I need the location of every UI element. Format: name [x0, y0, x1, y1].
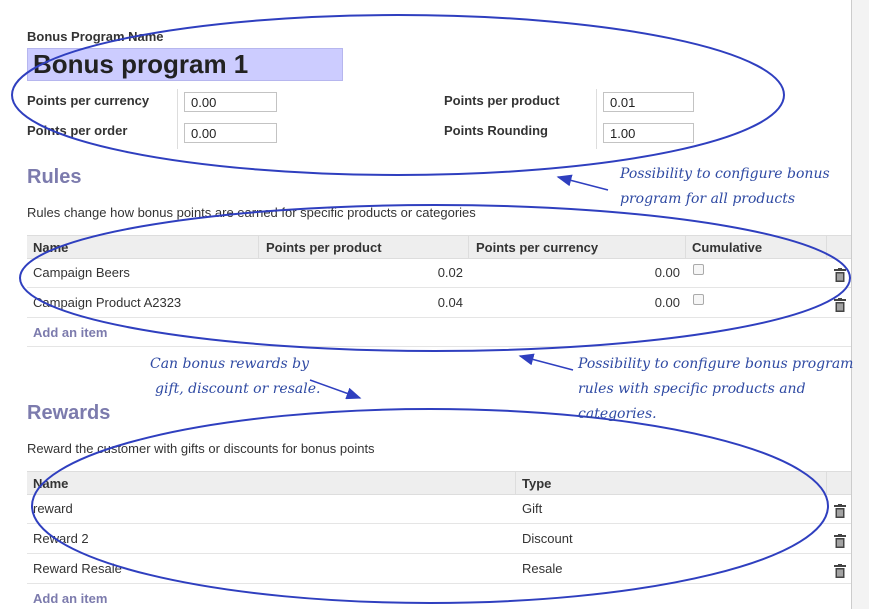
reward-name: Reward Resale: [33, 561, 122, 576]
reward-type: Discount: [522, 531, 573, 546]
annotation-text: rules with specific products and categor…: [578, 381, 806, 422]
points-rounding-label: Points Rounding: [444, 123, 548, 138]
reward-name: Reward 2: [33, 531, 89, 546]
trash-icon[interactable]: [834, 564, 846, 578]
points-rounding-input[interactable]: 1.00: [603, 123, 694, 143]
points-per-product-label: Points per product: [444, 93, 560, 108]
rule-points-per-currency: 0.00: [654, 295, 680, 310]
points-per-currency-input[interactable]: 0.00: [184, 92, 277, 112]
reward-name: reward: [33, 501, 73, 516]
annotation-note-rewards: Can bonus rewards by gift, discount or r…: [150, 352, 320, 402]
field-divider: [177, 89, 178, 149]
points-per-product-input[interactable]: 0.01: [603, 92, 694, 112]
rules-add-item-link[interactable]: Add an item: [33, 325, 107, 340]
rule-points-per-product: 0.02: [437, 265, 463, 280]
annotation-text: program for all products: [620, 191, 796, 207]
rules-col-name[interactable]: Name: [33, 240, 68, 255]
points-per-currency-label: Points per currency: [27, 93, 150, 108]
annotation-text: Can bonus rewards by: [150, 356, 310, 372]
annotation-text: gift, discount or resale.: [155, 381, 321, 397]
scrollbar[interactable]: [852, 0, 869, 609]
rules-col-points-per-currency[interactable]: Points per currency: [476, 240, 598, 255]
rule-cumulative-checkbox[interactable]: [693, 294, 704, 305]
col-divider: [685, 236, 686, 258]
program-name-label: Bonus Program Name: [27, 29, 164, 44]
program-name-input[interactable]: Bonus program 1: [27, 48, 343, 81]
points-per-order-input[interactable]: 0.00: [184, 123, 277, 143]
annotation-note-program: Possibility to configure bonus program f…: [620, 162, 830, 212]
rule-name: Campaign Product A2323: [33, 295, 182, 310]
table-row[interactable]: reward Gift: [27, 494, 851, 524]
rewards-add-item-link[interactable]: Add an item: [33, 591, 107, 606]
annotation-text: Possibility to configure bonus: [620, 166, 830, 182]
col-divider: [515, 472, 516, 494]
form-sheet: Bonus Program Name Bonus program 1 Point…: [0, 0, 852, 609]
col-divider: [468, 236, 469, 258]
reward-type: Gift: [522, 501, 543, 516]
rewards-heading: Rewards: [27, 402, 111, 424]
col-divider: [258, 236, 259, 258]
rule-points-per-product: 0.04: [437, 295, 463, 310]
trash-icon[interactable]: [834, 504, 846, 518]
trash-icon[interactable]: [834, 268, 846, 282]
divider: [27, 346, 851, 347]
table-row[interactable]: Campaign Beers 0.02 0.00: [27, 258, 851, 288]
table-row[interactable]: Reward Resale Resale: [27, 554, 851, 584]
rewards-col-type[interactable]: Type: [522, 476, 551, 491]
table-row[interactable]: Campaign Product A2323 0.04 0.00: [27, 288, 851, 318]
rules-description: Rules change how bonus points are earned…: [27, 205, 476, 220]
rewards-col-name[interactable]: Name: [33, 476, 68, 491]
rewards-table-header: Name Type: [27, 471, 851, 495]
field-divider: [596, 89, 597, 149]
rules-col-cumulative[interactable]: Cumulative: [692, 240, 762, 255]
rule-cumulative-checkbox[interactable]: [693, 264, 704, 275]
annotation-text: Possibility to configure bonus program: [578, 356, 854, 372]
col-divider: [826, 472, 827, 494]
trash-icon[interactable]: [834, 534, 846, 548]
rules-table-header: Name Points per product Points per curre…: [27, 235, 851, 259]
rules-heading: Rules: [27, 166, 82, 188]
trash-icon[interactable]: [834, 298, 846, 312]
col-divider: [826, 236, 827, 258]
rule-points-per-currency: 0.00: [654, 265, 680, 280]
rule-name: Campaign Beers: [33, 265, 130, 280]
table-row[interactable]: Reward 2 Discount: [27, 524, 851, 554]
reward-type: Resale: [522, 561, 563, 576]
rules-col-points-per-product[interactable]: Points per product: [266, 240, 382, 255]
points-per-order-label: Points per order: [27, 123, 128, 138]
annotation-note-rules: Possibility to configure bonus program r…: [578, 352, 869, 427]
rewards-description: Reward the customer with gifts or discou…: [27, 441, 375, 456]
